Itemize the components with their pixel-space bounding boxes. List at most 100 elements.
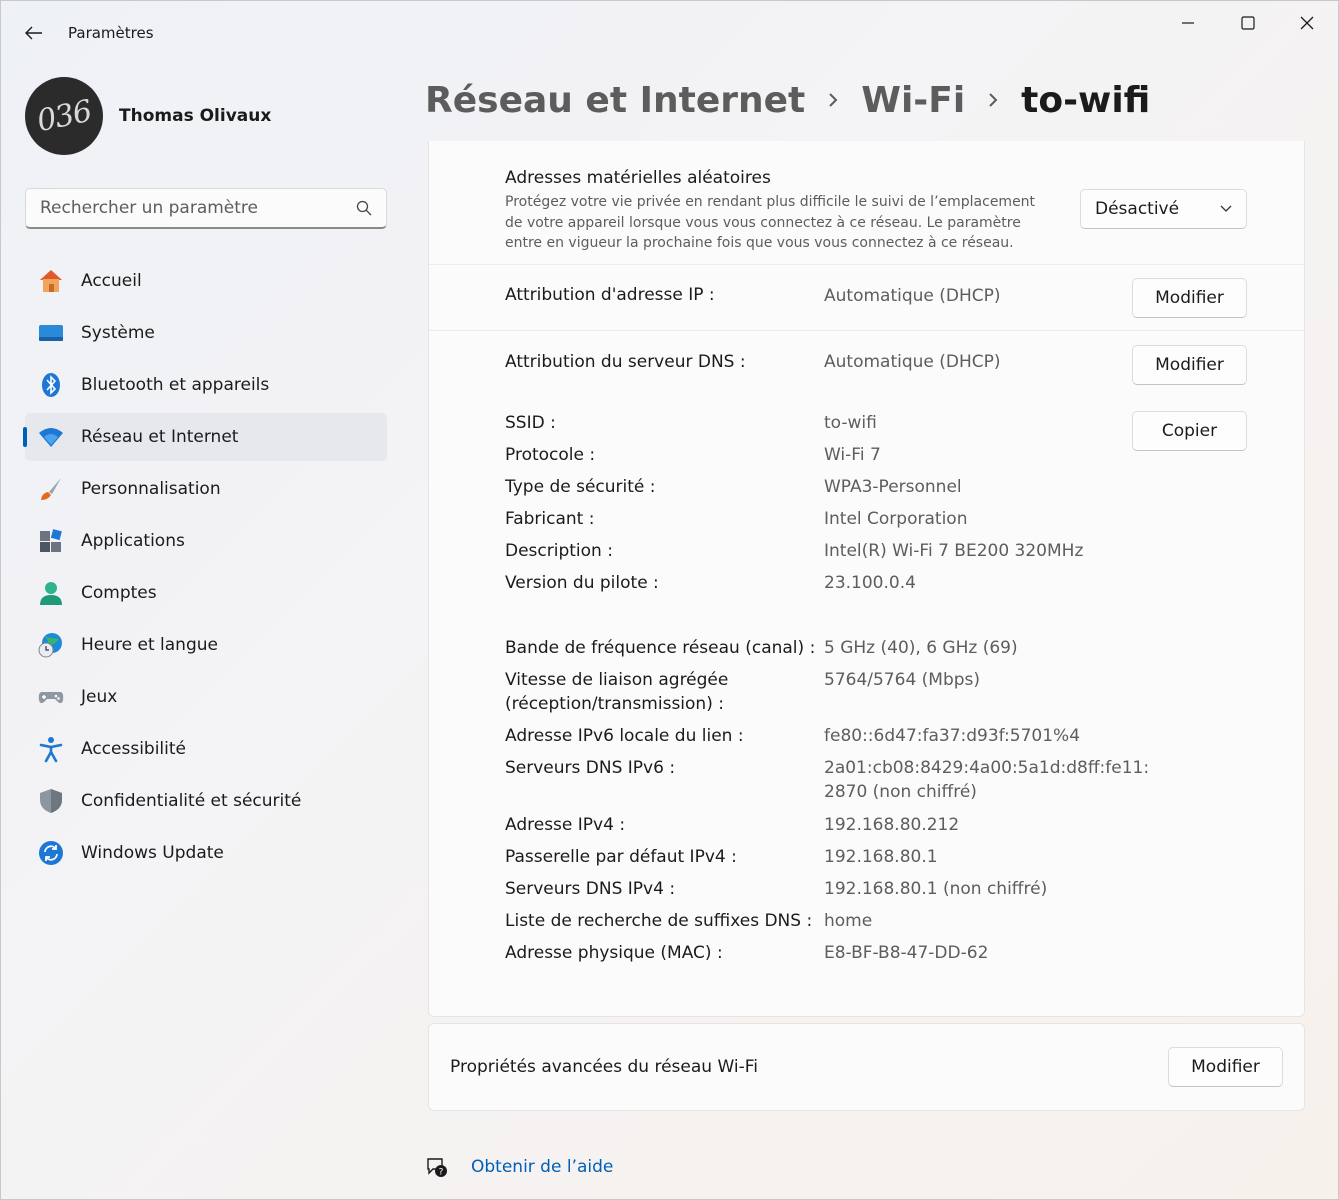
band-value: 5 GHz (40), 6 GHz (69) xyxy=(824,638,1018,658)
security-type-value: WPA3-Personnel xyxy=(824,477,962,497)
search-icon[interactable] xyxy=(356,200,372,216)
protocol-value: Wi-Fi 7 xyxy=(824,445,881,465)
mac-address-value: E8-BF-B8-47-DD-62 xyxy=(824,943,989,963)
sidebar-item-windows-update[interactable]: Windows Update xyxy=(25,829,387,877)
gateway-label: Passerelle par défaut IPv4 : xyxy=(505,847,737,867)
home-icon xyxy=(37,267,65,295)
description-value: Intel(R) Wi-Fi 7 BE200 320MHz xyxy=(824,541,1084,561)
link-speed-label-1: Vitesse de liaison agrégée xyxy=(505,670,729,690)
link-speed-value: 5764/5764 (Mbps) xyxy=(824,670,981,690)
dns-assignment-value: Automatique (DHCP) xyxy=(824,352,1001,372)
sidebar-item-heure-langue[interactable]: Heure et langue xyxy=(25,621,387,669)
security-type-label: Type de sécurité : xyxy=(505,477,656,497)
edit-advanced-button[interactable]: Modifier xyxy=(1168,1047,1283,1087)
breadcrumb-wifi[interactable]: Wi-Fi xyxy=(861,80,965,121)
chevron-down-icon xyxy=(1220,205,1232,212)
sidebar-item-accessibilite[interactable]: Accessibilité xyxy=(25,725,387,773)
sidebar-item-label: Réseau et Internet xyxy=(81,427,239,447)
copy-button[interactable]: Copier xyxy=(1132,411,1247,451)
wifi-icon xyxy=(37,423,65,451)
sidebar-item-reseau[interactable]: Réseau et Internet xyxy=(23,413,387,461)
minimize-icon xyxy=(1182,22,1194,24)
chevron-right-icon xyxy=(987,91,999,109)
shield-icon xyxy=(37,787,65,815)
user-profile[interactable]: 036 Thomas Olivaux xyxy=(25,77,271,155)
ipv6-local-label: Adresse IPv6 locale du lien : xyxy=(505,726,744,746)
sidebar-item-label: Confidentialité et sécurité xyxy=(81,791,302,811)
brush-icon xyxy=(37,475,65,503)
ipv4-value: 192.168.80.212 xyxy=(824,815,960,835)
network-properties-card: Adresses matérielles aléatoires Protégez… xyxy=(428,141,1305,1017)
maximize-button[interactable] xyxy=(1225,7,1271,39)
sidebar-item-label: Accueil xyxy=(81,271,142,291)
dns-suffix-value: home xyxy=(824,911,873,931)
dns-assignment-label: Attribution du serveur DNS : xyxy=(505,352,746,372)
ssid-value: to-wifi xyxy=(824,413,877,433)
search-box[interactable] xyxy=(25,188,387,229)
sidebar-item-comptes[interactable]: Comptes xyxy=(25,569,387,617)
apps-icon xyxy=(37,527,65,555)
sidebar-item-systeme[interactable]: Système xyxy=(25,309,387,357)
manufacturer-value: Intel Corporation xyxy=(824,509,968,529)
breadcrumb: Réseau et Internet Wi-Fi to-wifi xyxy=(425,75,1150,125)
sidebar-item-label: Windows Update xyxy=(81,843,224,863)
avatar-signature: 036 xyxy=(33,93,95,139)
arrow-left-icon xyxy=(25,26,42,40)
dns-suffix-label: Liste de recherche de suffixes DNS : xyxy=(505,911,813,931)
globe-clock-icon xyxy=(37,631,65,659)
ipv4-dns-label: Serveurs DNS IPv4 : xyxy=(505,879,676,899)
sidebar-item-accueil[interactable]: Accueil xyxy=(25,257,387,305)
random-mac-dropdown[interactable]: Désactivé xyxy=(1080,189,1247,229)
maximize-icon xyxy=(1241,16,1255,30)
description-label: Description : xyxy=(505,541,613,561)
gamepad-icon xyxy=(37,683,65,711)
sidebar-item-label: Bluetooth et appareils xyxy=(81,375,270,395)
ipv6-dns-label: Serveurs DNS IPv6 : xyxy=(505,758,676,778)
sidebar-item-jeux[interactable]: Jeux xyxy=(25,673,387,721)
accessibility-icon xyxy=(37,735,65,763)
sidebar-item-applications[interactable]: Applications xyxy=(25,517,387,565)
sidebar-item-label: Système xyxy=(81,323,155,343)
app-title: Paramètres xyxy=(68,24,154,42)
help-section[interactable]: ? Obtenir de l’aide xyxy=(425,1155,613,1179)
minimize-button[interactable] xyxy=(1165,7,1211,39)
gateway-value: 192.168.80.1 xyxy=(824,847,938,867)
get-help-link[interactable]: Obtenir de l’aide xyxy=(471,1157,613,1177)
page-title: to-wifi xyxy=(1021,79,1151,121)
close-button[interactable] xyxy=(1284,7,1330,39)
divider xyxy=(429,264,1304,265)
update-icon xyxy=(37,839,65,867)
ipv6-dns-value-1: 2a01:cb08:8429:4a00:5a1d:d8ff:fe11: xyxy=(824,758,1150,778)
edit-dns-button[interactable]: Modifier xyxy=(1132,345,1247,385)
person-icon xyxy=(37,579,65,607)
chevron-right-icon xyxy=(827,91,839,109)
advanced-properties-card: Propriétés avancées du réseau Wi-Fi Modi… xyxy=(428,1023,1305,1111)
edit-ip-button[interactable]: Modifier xyxy=(1132,278,1247,318)
back-button[interactable] xyxy=(19,19,49,47)
ipv6-local-value: fe80::6d47:fa37:d93f:5701%4 xyxy=(824,726,1081,746)
manufacturer-label: Fabricant : xyxy=(505,509,595,529)
protocol-label: Protocole : xyxy=(505,445,596,465)
driver-version-label: Version du pilote : xyxy=(505,573,659,593)
sidebar-item-label: Heure et langue xyxy=(81,635,218,655)
avatar: 036 xyxy=(25,77,103,155)
display-icon xyxy=(37,319,65,347)
bluetooth-icon xyxy=(37,371,65,399)
sidebar-item-label: Accessibilité xyxy=(81,739,187,759)
sidebar-item-confidentialite[interactable]: Confidentialité et sécurité xyxy=(25,777,387,825)
search-input[interactable] xyxy=(40,198,356,218)
dropdown-value: Désactivé xyxy=(1095,199,1180,219)
ip-assignment-value: Automatique (DHCP) xyxy=(824,286,1001,306)
svg-text:?: ? xyxy=(439,1168,444,1178)
ipv6-dns-value-2: 2870 (non chiffré) xyxy=(824,782,977,802)
band-label: Bande de fréquence réseau (canal) : xyxy=(505,638,816,658)
close-icon xyxy=(1300,16,1314,30)
sidebar-item-bluetooth[interactable]: Bluetooth et appareils xyxy=(25,361,387,409)
link-speed-label-2: (réception/transmission) : xyxy=(505,694,724,714)
sidebar-item-personnalisation[interactable]: Personnalisation xyxy=(25,465,387,513)
driver-version-value: 23.100.0.4 xyxy=(824,573,916,593)
breadcrumb-reseau[interactable]: Réseau et Internet xyxy=(425,80,805,121)
sidebar-item-label: Jeux xyxy=(81,687,118,707)
sidebar-nav: Accueil Système Bluetooth et appareils R… xyxy=(23,257,387,881)
ipv4-label: Adresse IPv4 : xyxy=(505,815,626,835)
